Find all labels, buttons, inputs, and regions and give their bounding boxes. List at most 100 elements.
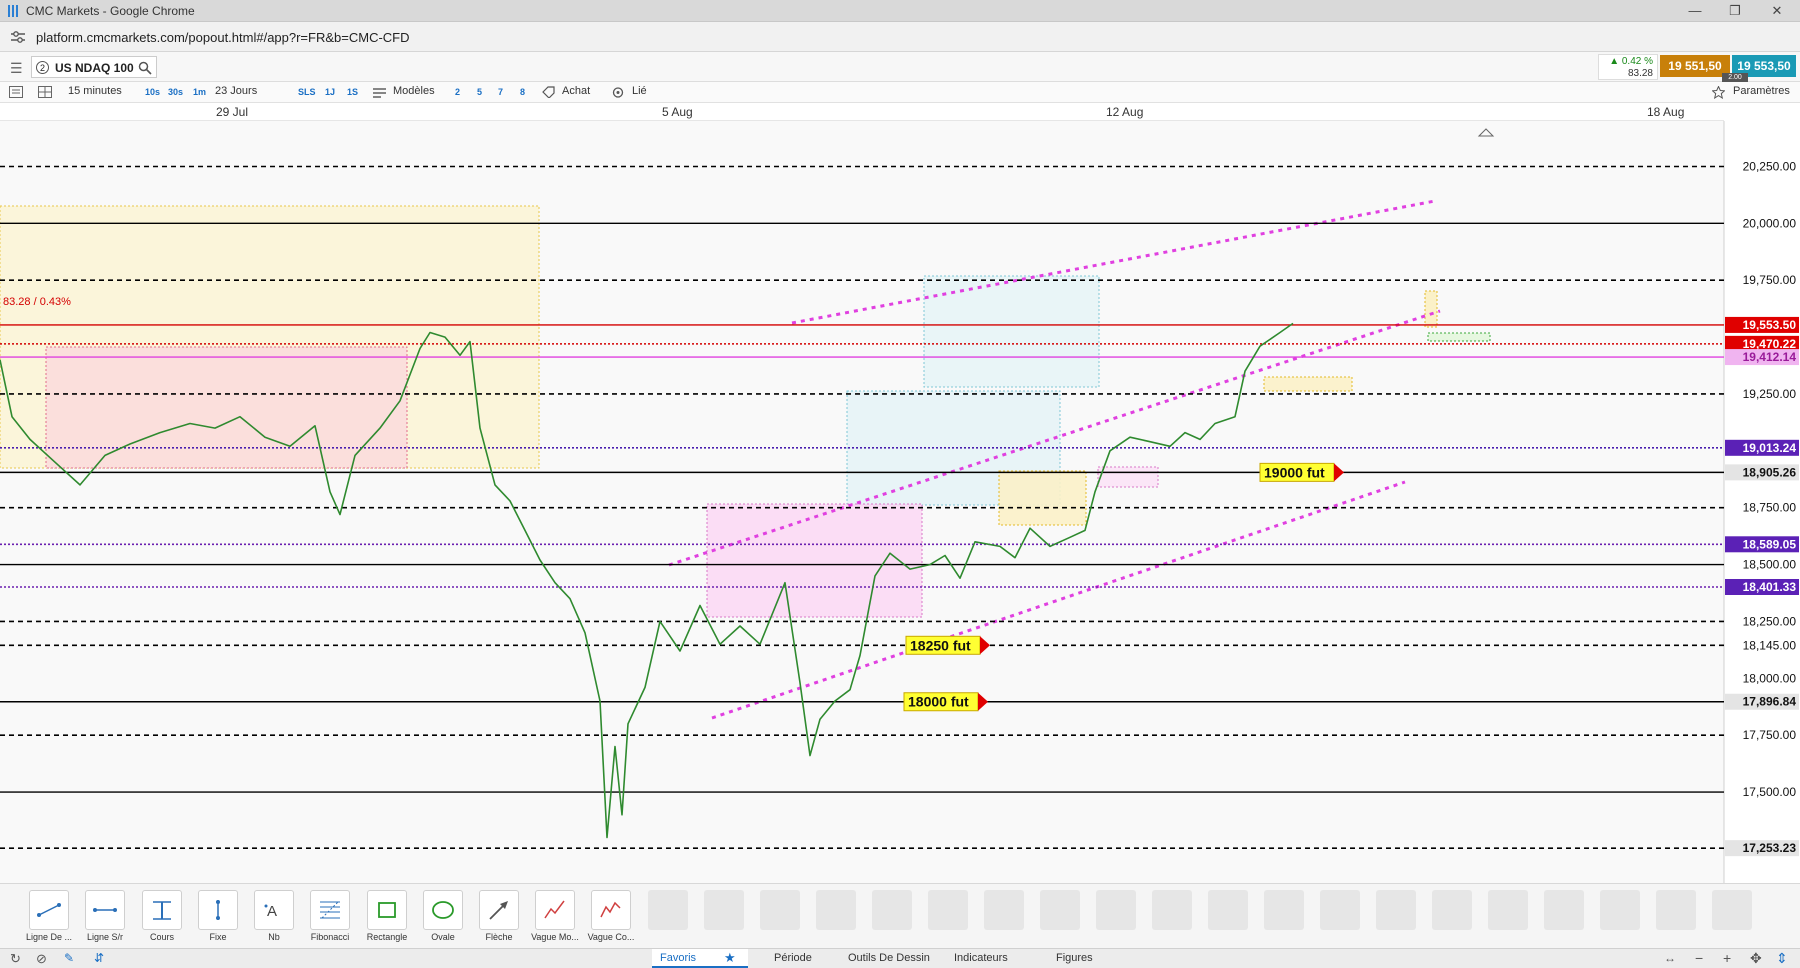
price-tag-label: 19,750.00	[1743, 273, 1797, 287]
spread-value: 2.00	[1722, 73, 1748, 82]
tool-label: Ovale	[431, 932, 455, 942]
count-8[interactable]: 8	[520, 87, 525, 97]
empty-tool-slot[interactable]	[1544, 890, 1584, 930]
restore-icon[interactable]: ❐	[1726, 2, 1744, 20]
zone-magenta-small[interactable]	[1097, 466, 1159, 488]
expand-icon[interactable]: ⇕	[1776, 950, 1788, 967]
status-bar: ↻ ⊘ ✎ ⇵ Favoris ★ Période Outils De Dess…	[0, 948, 1800, 968]
interval-30s[interactable]: 30s	[168, 87, 183, 97]
tab-drawing-tools[interactable]: Outils De Dessin	[848, 952, 930, 964]
price-tag-label: 19,470.22	[1743, 337, 1797, 351]
empty-tool-slot[interactable]	[984, 890, 1024, 930]
range-1s[interactable]: 1S	[347, 87, 358, 97]
count-5[interactable]: 5	[477, 87, 482, 97]
zone-yellow-small[interactable]	[998, 470, 1087, 526]
empty-tool-slot[interactable]	[1488, 890, 1528, 930]
empty-tool-slot[interactable]	[1096, 890, 1136, 930]
menu-icon[interactable]: ☰	[10, 60, 23, 77]
interval-10s[interactable]: 10s	[145, 87, 160, 97]
buy-button[interactable]: Achat	[562, 85, 590, 97]
zone-yellow-breakout[interactable]	[1424, 290, 1438, 328]
zone-magenta[interactable]	[706, 503, 923, 618]
count-7[interactable]: 7	[498, 87, 503, 97]
url-text[interactable]: platform.cmcmarkets.com/popout.html#/app…	[36, 30, 410, 45]
range-select[interactable]: 23 Jours	[215, 85, 257, 97]
tool-text-note[interactable]: A Nb	[249, 890, 299, 942]
date-label: 29 Jul	[216, 105, 249, 119]
empty-tool-slot[interactable]	[1040, 890, 1080, 930]
pen-icon[interactable]: ✎	[64, 951, 74, 965]
zone-cyan-upper[interactable]	[923, 275, 1100, 388]
settings-star-icon	[1712, 86, 1725, 99]
interval-1m[interactable]: 1m	[193, 87, 206, 97]
zone-yellow-consolidation[interactable]	[1263, 376, 1353, 392]
tool-fixed[interactable]: Fixe	[193, 890, 243, 942]
empty-tool-slot[interactable]	[1656, 890, 1696, 930]
tab-period[interactable]: Période	[774, 952, 812, 964]
change-label: 83.28 / 0.43%	[3, 296, 71, 308]
zoom-out-icon[interactable]: −	[1695, 950, 1703, 966]
price-tag-label: 18,589.05	[1743, 537, 1797, 551]
search-icon[interactable]	[138, 61, 152, 75]
price-tag-label: 18,250.00	[1743, 614, 1797, 628]
linked-toggle[interactable]: Lié	[632, 85, 647, 97]
tool-line[interactable]: Ligne De ...	[24, 890, 74, 942]
empty-tool-slot[interactable]	[704, 890, 744, 930]
empty-tool-slot[interactable]	[1208, 890, 1248, 930]
empty-tool-slot[interactable]	[872, 890, 912, 930]
tool-arrow[interactable]: Flèche	[474, 890, 524, 942]
empty-tool-slot[interactable]	[1712, 890, 1752, 930]
empty-tool-slot[interactable]	[928, 890, 968, 930]
empty-tool-slot[interactable]	[816, 890, 856, 930]
drag-icon[interactable]: ⇵	[94, 951, 104, 965]
empty-tool-slot[interactable]	[1264, 890, 1304, 930]
empty-tool-slot[interactable]	[1600, 890, 1640, 930]
site-settings-icon[interactable]	[10, 30, 26, 44]
layout-list-icon[interactable]	[9, 86, 23, 98]
empty-tool-slot[interactable]	[1152, 890, 1192, 930]
empty-tool-slot[interactable]	[1376, 890, 1416, 930]
price-tag-label: 17,896.84	[1743, 695, 1797, 709]
tool-label: Ligne S/r	[86, 932, 124, 942]
settings-button[interactable]: Paramètres	[1733, 85, 1790, 97]
close-icon[interactable]: ✕	[1768, 2, 1786, 20]
tool-wave-corrective[interactable]: Vague Co...	[586, 890, 636, 942]
empty-tool-slot[interactable]	[648, 890, 688, 930]
price-tag-label: 17,253.23	[1743, 841, 1797, 855]
zone-green[interactable]	[1427, 332, 1491, 342]
address-bar: platform.cmcmarkets.com/popout.html#/app…	[0, 22, 1800, 52]
instrument-selector[interactable]: 2 US NDAQ 100	[31, 56, 157, 78]
tab-indicators[interactable]: Indicateurs	[954, 952, 1008, 964]
count-2[interactable]: 2	[455, 87, 460, 97]
price-tag-label: 19,412.14	[1743, 350, 1797, 364]
interval-select[interactable]: 15 minutes	[68, 85, 122, 97]
empty-tool-slot[interactable]	[760, 890, 800, 930]
tab-figures[interactable]: Figures	[1056, 952, 1093, 964]
tool-fibonacci[interactable]: Fibonacci	[305, 890, 355, 942]
fit-icon[interactable]: ↔	[1664, 951, 1676, 965]
zone-pink[interactable]	[45, 346, 408, 469]
pan-icon[interactable]: ✥	[1750, 950, 1762, 967]
tool-wave-motive[interactable]: Vague Mo...	[530, 890, 580, 942]
price-tag-label: 17,750.00	[1743, 728, 1797, 742]
tool-support-line[interactable]: Ligne S/r	[80, 890, 130, 942]
zoom-in-icon[interactable]: +	[1723, 950, 1731, 966]
tab-favorites[interactable]: Favoris ★	[652, 949, 748, 968]
instrument-badge: 2	[36, 61, 49, 74]
tool-price[interactable]: Cours	[137, 890, 187, 942]
refresh-icon[interactable]: ↻	[10, 951, 21, 967]
templates-button[interactable]: Modèles	[393, 85, 435, 97]
empty-tool-slot[interactable]	[1432, 890, 1472, 930]
layout-grid-icon[interactable]	[38, 86, 52, 98]
minimize-icon[interactable]: —	[1686, 2, 1704, 20]
range-1j[interactable]: 1J	[325, 87, 335, 97]
tool-rectangle[interactable]: Rectangle	[362, 890, 412, 942]
tool-label: Nb	[268, 932, 280, 942]
cancel-icon[interactable]: ⊘	[36, 951, 47, 967]
change-percent: ▲ 0.42 %	[1609, 56, 1653, 67]
price-chart[interactable]: 19000 fut 18250 fut 18000 fut 83.28 / 0.43…	[0, 121, 1800, 883]
empty-tool-slot[interactable]	[1320, 890, 1360, 930]
tool-oval[interactable]: Ovale	[418, 890, 468, 942]
range-sls[interactable]: SLS	[298, 87, 316, 97]
sell-price-button[interactable]: 19 551,50	[1660, 55, 1730, 77]
